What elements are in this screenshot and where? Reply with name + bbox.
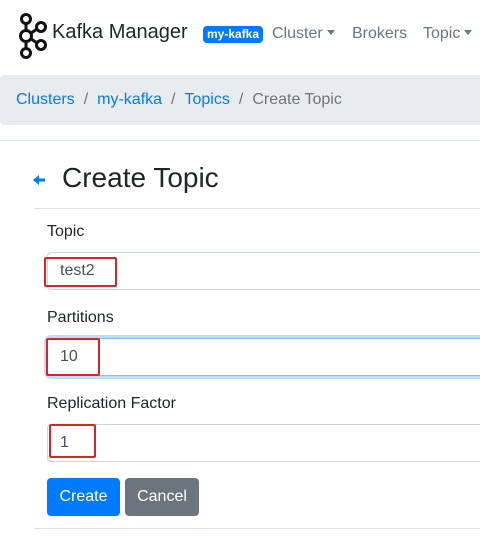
breadcrumb-separator: / [238,91,244,108]
brand-text: Kafka Manager [52,21,188,43]
nav-item-topic[interactable]: Topic [423,24,473,44]
partitions-input[interactable] [60,339,460,375]
cluster-badge: my-kafka [203,26,264,43]
nav-item-label: Brokers [352,25,408,42]
create-button[interactable]: Create [47,478,120,516]
kafka-logo-icon [19,13,47,59]
nav-item-brokers[interactable]: Brokers [352,24,407,44]
replication-factor-input[interactable] [60,425,460,461]
page-title: Create Topic [62,162,219,193]
nav-item-label: Cluster [272,25,323,42]
divider [34,528,480,529]
caret-down-icon [464,30,473,36]
breadcrumb-topics[interactable]: Topics [185,91,230,109]
nav-item-cluster[interactable]: Cluster [272,24,335,44]
nav-item-label: Topic [423,25,461,42]
navbar: Kafka Manager my-kafka Cluster Brokers T… [0,0,480,70]
back-arrow-icon[interactable] [33,175,45,185]
breadcrumb-cluster[interactable]: my-kafka [97,91,162,109]
breadcrumb-separator: / [83,91,89,108]
divider [34,208,480,209]
cancel-button[interactable]: Cancel [125,478,199,516]
breadcrumb: Clusters / my-kafka / Topics / Create To… [0,75,480,125]
breadcrumb-current: Create Topic [252,91,342,108]
partitions-label: Partitions [47,309,114,326]
breadcrumb-clusters[interactable]: Clusters [16,91,75,109]
partitions-field [47,338,480,376]
replication-factor-label: Replication Factor [47,395,176,412]
topic-field [47,252,480,290]
topic-label: Topic [47,223,85,240]
replication-factor-field [47,424,480,462]
breadcrumb-separator: / [171,91,176,108]
caret-down-icon [326,30,335,36]
topic-input[interactable] [60,253,460,289]
brand[interactable]: Kafka Manager [16,13,188,59]
